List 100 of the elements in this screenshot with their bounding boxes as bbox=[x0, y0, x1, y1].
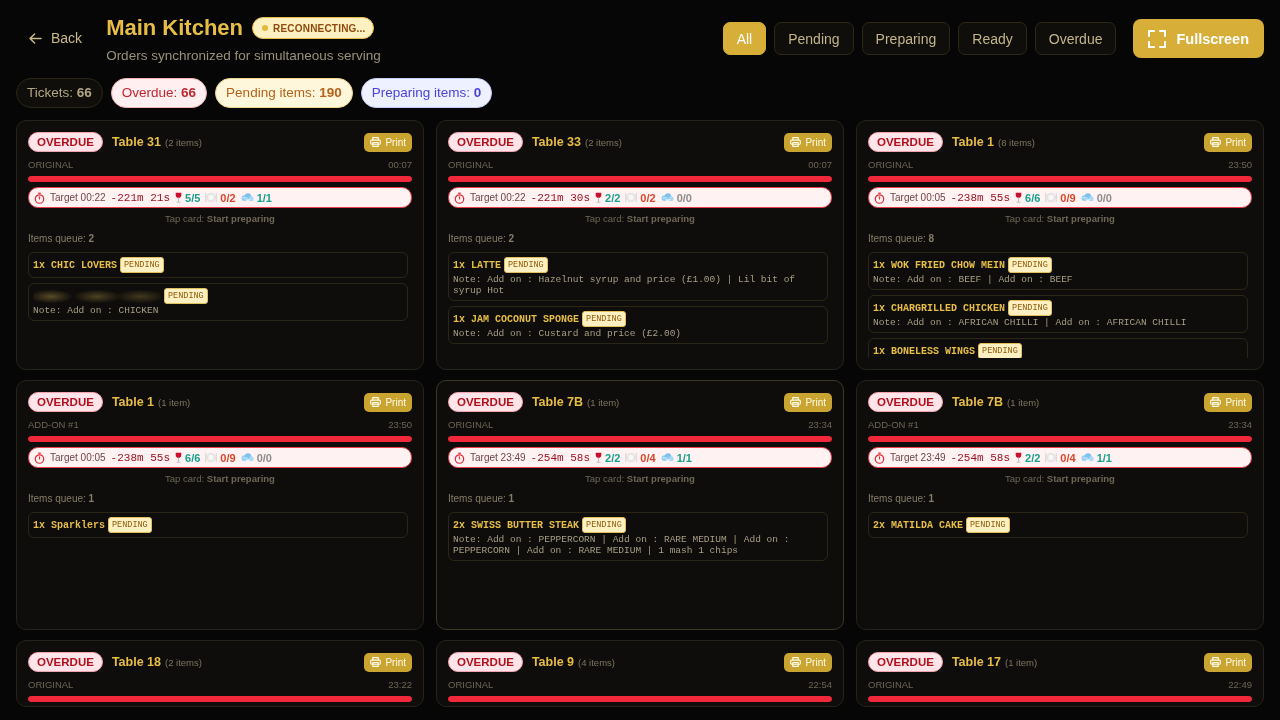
stopwatch-icon bbox=[34, 451, 45, 464]
plate-icon bbox=[1045, 452, 1058, 463]
plate-icon bbox=[625, 452, 638, 463]
filter-button[interactable]: Preparing bbox=[861, 22, 951, 55]
wine-glass-icon bbox=[595, 452, 603, 463]
printer-icon bbox=[370, 137, 382, 147]
ticket-card[interactable]: OVERDUE Table 1 (1 item) Print ADD-ON #1 23:50 Target 00:05 -238m 55s 6/6 0/9 0/0 Tap card: Start preparing Items queue: 1 1x Sparklers PENDING bbox=[16, 380, 424, 630]
plate-icon bbox=[625, 192, 638, 203]
item-name: 2x SWISS BUTTER STEAK bbox=[453, 519, 580, 531]
progress-count: 6/6 bbox=[1025, 191, 1041, 204]
order-round-label: ORIGINAL bbox=[868, 678, 914, 691]
item-status-badge: PENDING bbox=[120, 257, 164, 273]
progress-count: 0/4 bbox=[640, 451, 656, 464]
progress-count: 2/2 bbox=[1025, 451, 1041, 464]
items-queue-label: Items queue: 1 bbox=[448, 493, 516, 505]
items-queue-label: Items queue: 2 bbox=[448, 233, 516, 245]
progress-count: 0/0 bbox=[676, 191, 692, 204]
filter-button[interactable]: Overdue bbox=[1034, 22, 1117, 55]
summary-stat: Preparing items: 0 bbox=[360, 78, 493, 108]
item-count: (1 item) bbox=[158, 396, 191, 408]
back-button[interactable]: Back bbox=[29, 29, 83, 47]
progress-count: 0/4 bbox=[1060, 451, 1076, 464]
target-time: Target 00:05 bbox=[890, 192, 946, 203]
page-subtitle: Orders synchronized for simultaneous serving bbox=[106, 47, 381, 65]
summary-stat: Overdue: 66 bbox=[110, 78, 208, 108]
items-queue-label: Items queue: 2 bbox=[28, 233, 96, 245]
overdue-duration: -254m 58s bbox=[950, 451, 1011, 464]
status-badge: OVERDUE bbox=[868, 392, 943, 412]
order-time: 23:50 bbox=[1228, 158, 1252, 171]
item-status-badge: PENDING bbox=[1008, 300, 1052, 316]
item-count: (4 items) bbox=[578, 656, 615, 668]
item-name: 1x CHARGRILLED CHICKEN bbox=[873, 302, 1006, 314]
ticket-card[interactable]: OVERDUE Table 7B (1 item) Print ADD-ON #1 23:34 Target 23:49 -254m 58s 2/2 0/4 1/1 Tap card: Start preparing Items queue: 1 2x MATILDA CAKE PENDING bbox=[856, 380, 1264, 630]
overdue-duration: -238m 55s bbox=[110, 451, 171, 464]
overdue-duration: -221m 21s bbox=[110, 191, 171, 204]
wine-glass-icon bbox=[1015, 192, 1023, 203]
progress-count: 0/0 bbox=[256, 451, 272, 464]
ticket-card[interactable] bbox=[856, 120, 1264, 370]
progress-count: 2/2 bbox=[605, 451, 621, 464]
stopwatch-icon bbox=[454, 191, 465, 204]
item-status-badge: PENDING bbox=[108, 517, 152, 533]
table-name: Table 31 bbox=[111, 135, 161, 149]
order-round-label: ADD-ON #1 bbox=[28, 418, 79, 431]
ticket-card[interactable]: OVERDUE Table 18 (2 items) Print ORIGINAL 23:22 bbox=[16, 640, 424, 707]
filter-button[interactable]: Ready bbox=[958, 22, 1027, 55]
ticket-card[interactable] bbox=[436, 120, 844, 370]
printer-icon bbox=[370, 657, 382, 667]
tap-hint: Tap card: Start preparing bbox=[584, 473, 696, 485]
order-time: 00:07 bbox=[388, 158, 412, 171]
wine-glass-icon bbox=[175, 192, 183, 203]
item-note: Note: Add on : CHICKEN bbox=[33, 305, 160, 316]
wine-glass-icon bbox=[1015, 452, 1023, 463]
printer-icon bbox=[370, 397, 382, 407]
target-time: Target 00:22 bbox=[50, 192, 106, 203]
overdue-duration: -254m 58s bbox=[530, 451, 591, 464]
printer-icon bbox=[1210, 397, 1222, 407]
overdue-duration: -238m 55s bbox=[950, 191, 1011, 204]
items-queue-label: Items queue: 8 bbox=[868, 233, 936, 245]
stopwatch-icon bbox=[874, 191, 885, 204]
item-count: (2 items) bbox=[165, 656, 202, 668]
progress-count: 2/2 bbox=[605, 191, 621, 204]
table-name: Table 17 bbox=[951, 655, 1001, 669]
table-name: Table 7B bbox=[951, 395, 1004, 409]
tap-hint: Tap card: Start preparing bbox=[164, 473, 276, 485]
item-note: Note: Add on : Hazelnut syrup and price (£1.00) | Lil bit of syrup Hot bbox=[453, 274, 797, 296]
stopwatch-icon bbox=[454, 451, 465, 464]
item-name: 1x LATTE bbox=[453, 259, 501, 271]
table-name: Table 33 bbox=[531, 135, 581, 149]
table-name: Table 18 bbox=[111, 655, 161, 669]
item-count: (1 item) bbox=[1005, 656, 1038, 668]
ticket-card[interactable] bbox=[436, 380, 844, 630]
table-name: Table 7B bbox=[531, 395, 584, 409]
ticket-card[interactable]: OVERDUE Table 9 (4 items) Print ORIGINAL 22:54 bbox=[436, 640, 844, 707]
plate-icon bbox=[205, 192, 218, 203]
progress-count: 1/1 bbox=[1096, 451, 1112, 464]
item-name: 1x Sparklers bbox=[33, 519, 105, 531]
progress-count: 0/2 bbox=[640, 191, 656, 204]
item-count: (1 item) bbox=[587, 396, 620, 408]
status-badge: OVERDUE bbox=[448, 392, 523, 412]
stopwatch-icon bbox=[874, 451, 885, 464]
order-time: 23:50 bbox=[388, 418, 412, 431]
order-round-label: ORIGINAL bbox=[448, 678, 494, 691]
item-name: 1x JAM COCONUT SPONGE bbox=[453, 313, 580, 325]
wine-glass-icon bbox=[175, 452, 183, 463]
filter-button[interactable]: Pending bbox=[774, 22, 854, 55]
wine-glass-icon bbox=[595, 192, 603, 203]
items-queue-label: Items queue: 1 bbox=[28, 493, 96, 505]
progress-count: 0/9 bbox=[1060, 191, 1076, 204]
progress-count: 0/9 bbox=[220, 451, 236, 464]
status-dot-icon bbox=[262, 25, 269, 31]
stopwatch-icon bbox=[34, 191, 45, 204]
table-name: Table 9 bbox=[531, 655, 575, 669]
item-count: (8 items) bbox=[998, 136, 1035, 148]
item-status-badge: PENDING bbox=[966, 517, 1010, 533]
ticket-card[interactable]: OVERDUE Table 17 (1 item) Print ORIGINAL 22:49 bbox=[856, 640, 1264, 707]
target-time: Target 00:05 bbox=[50, 452, 106, 463]
ticket-card[interactable]: OVERDUE Table 31 (2 items) Print ORIGINAL 00:07 Target 00:22 -221m 21s 5/5 0/2 1/1 Tap card: Start preparing Items queue: 2 1x CHIC LOVERS PENDING PENDING Note: Add on : CHICKEN bbox=[16, 120, 424, 370]
order-round-label: ORIGINAL bbox=[448, 418, 494, 431]
item-name: 1x WOK FRIED CHOW MEIN bbox=[873, 259, 1006, 271]
progress-count: 0/0 bbox=[1096, 191, 1112, 204]
